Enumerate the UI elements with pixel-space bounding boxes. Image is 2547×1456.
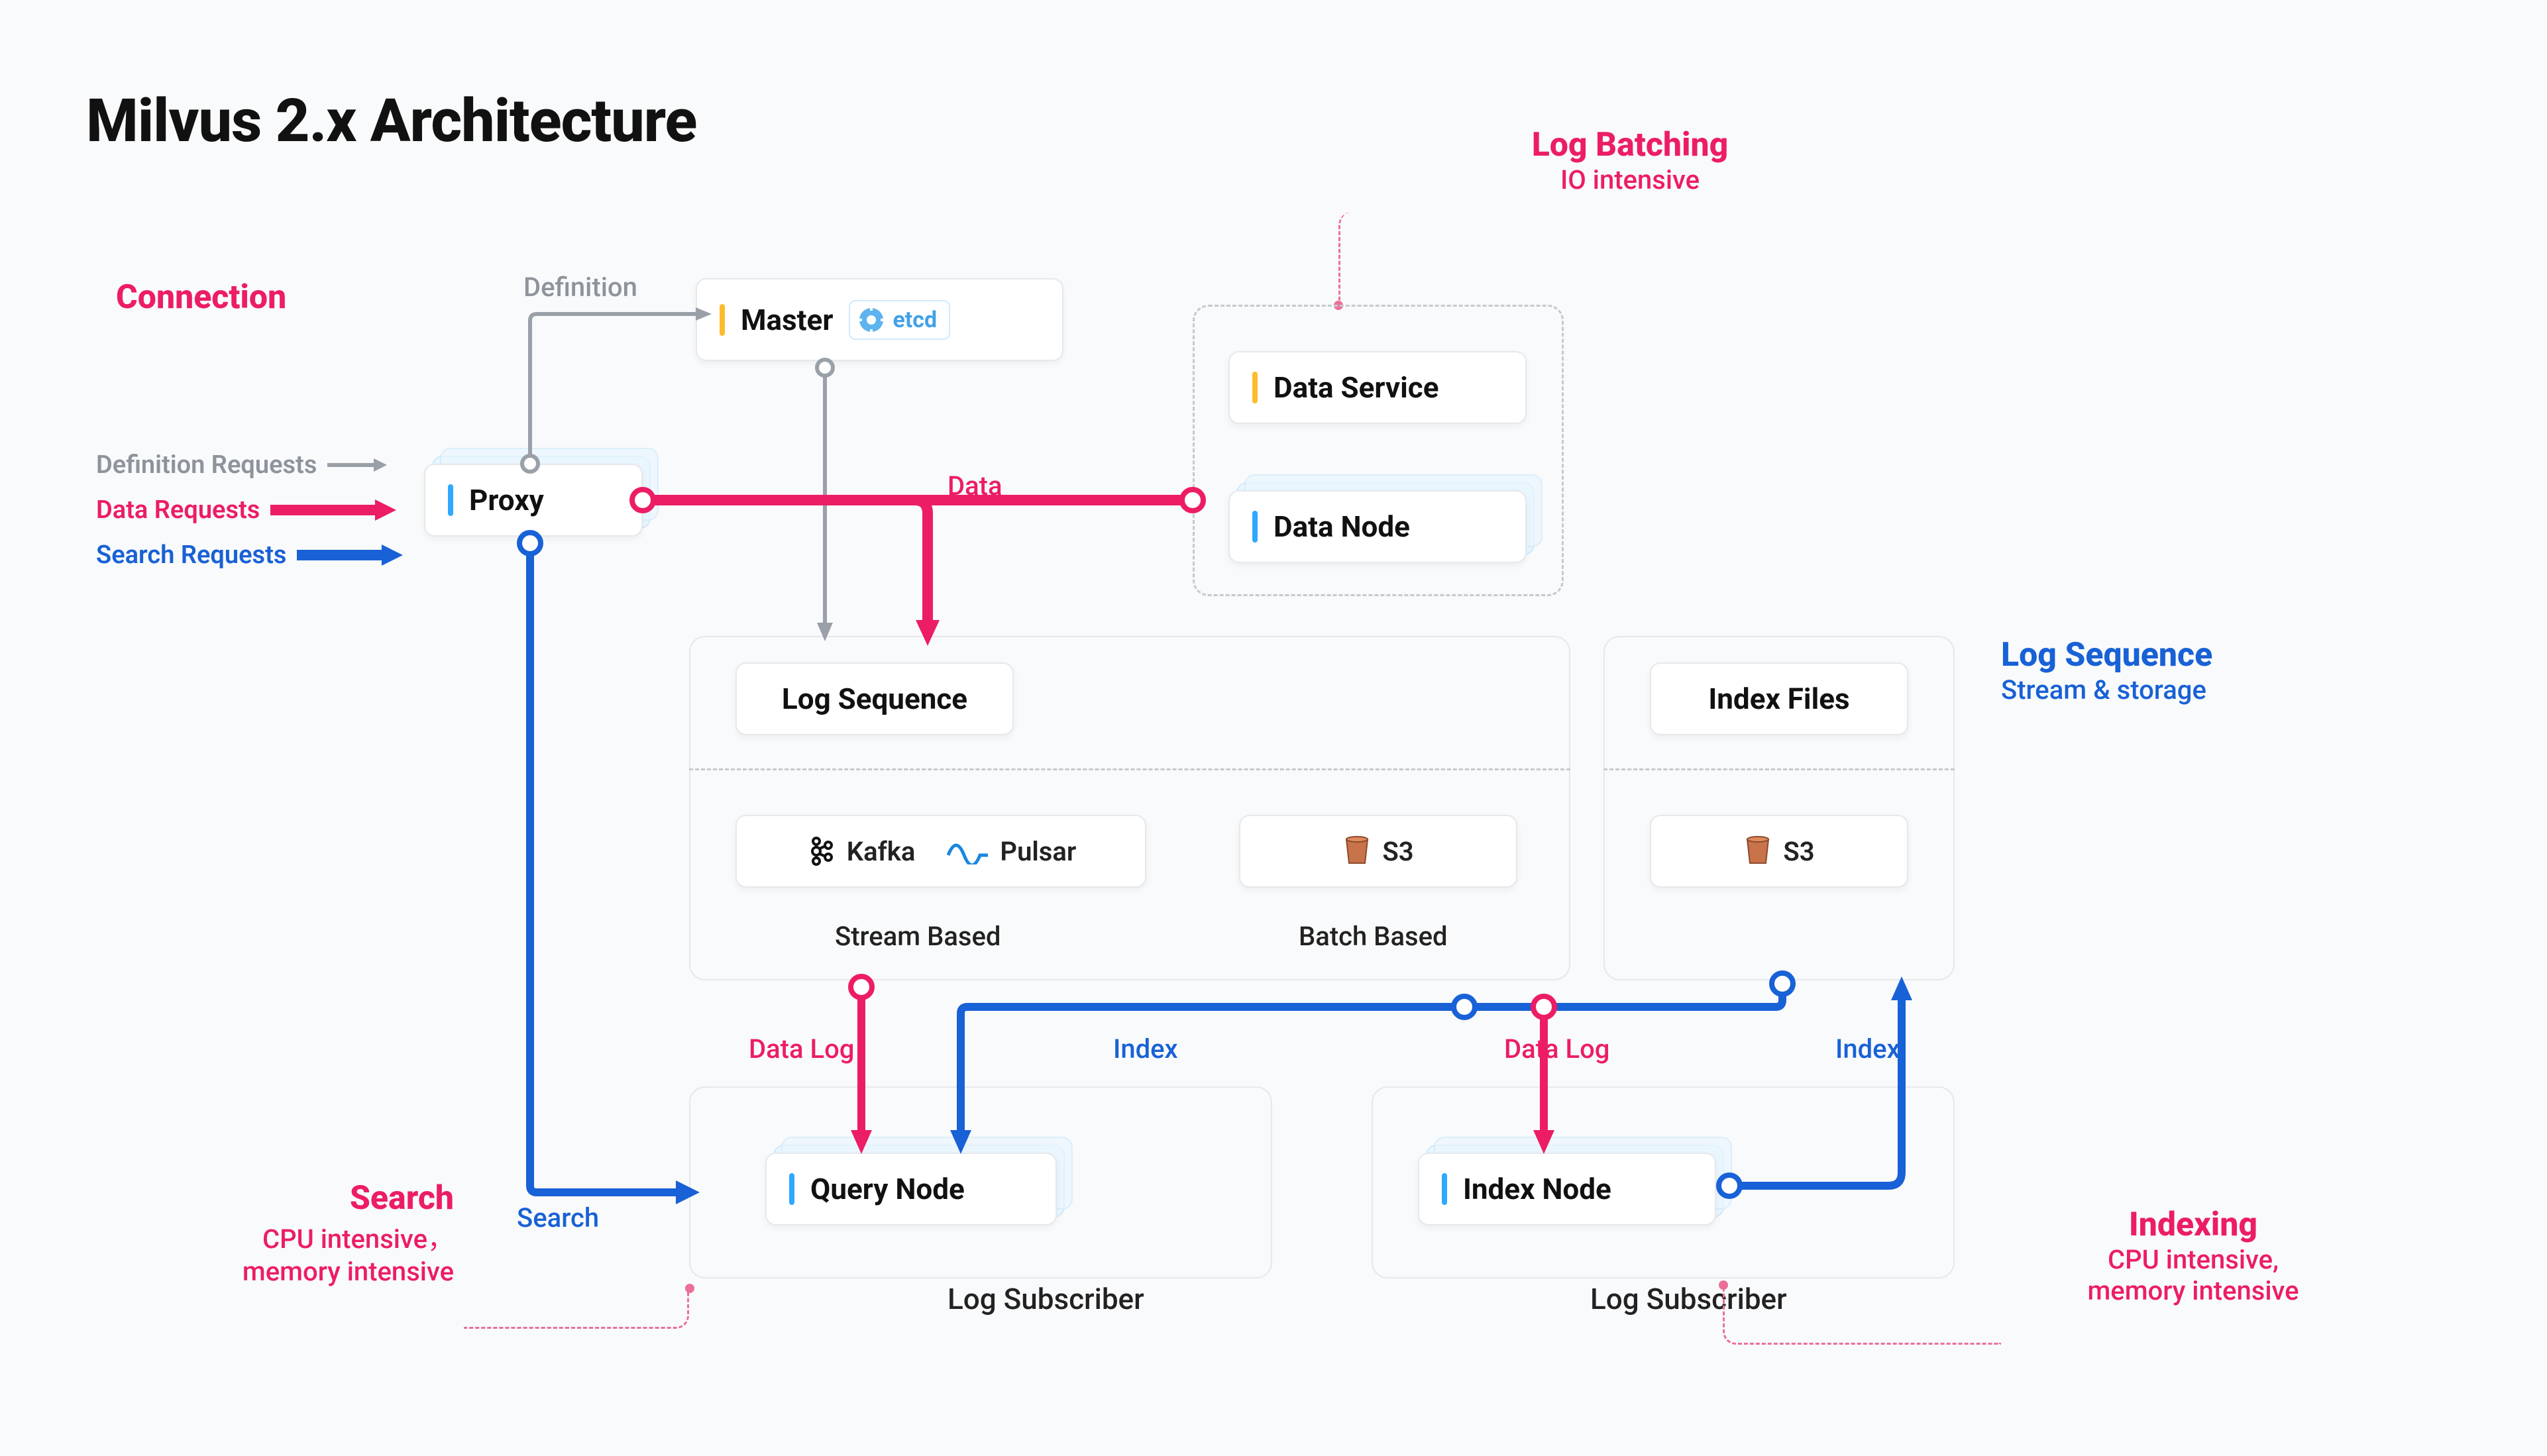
bar-icon [720,304,725,336]
leader-end [685,1284,694,1293]
edge-label-datalog-q: Data Log [749,1033,854,1065]
request-definition: Definition Requests [96,450,387,480]
callout-indexing-title: Indexing [2008,1206,2379,1244]
node-data-node-label: Data Node [1274,509,1410,544]
node-log-sequence: Log Sequence [735,662,1014,735]
node-etcd-label: etcd [893,307,937,333]
node-log-sequence-label: Log Sequence [782,682,967,716]
tech-s3-a-label: S3 [1382,836,1413,867]
callout-log-sequence-side: Log Sequence Stream & storage [2001,636,2412,705]
edge-label-data: Data [948,470,1003,501]
edge-label-index-query: Index [1113,1033,1178,1065]
node-batch-box: S3 [1239,815,1517,888]
callout-search-subtitle: CPU intensive， memory intensive [40,1218,454,1287]
bar-icon [1252,372,1258,403]
tech-s3-a: S3 [1342,835,1413,867]
leader-search [464,1289,689,1329]
request-data: Data Requests [96,495,396,525]
node-stream-box: Kafka Pulsar [735,815,1146,888]
tech-pulsar-label: Pulsar [1000,836,1076,867]
pulsar-icon [947,838,989,864]
leader-indexing [1723,1285,2001,1345]
callout-logseq-subtitle: Stream & storage [2001,674,2412,705]
request-definition-text: Definition Requests [96,450,317,480]
request-data-text: Data Requests [96,495,260,525]
label-stream-based: Stream Based [835,921,1001,952]
node-index-files-label: Index Files [1708,682,1849,716]
leader-log-batching [1338,212,1484,305]
tech-kafka: Kafka [806,836,916,867]
bar-icon [789,1173,794,1205]
label-batch-based: Batch Based [1299,921,1448,952]
edge-label-index-out: Index [1835,1033,1900,1065]
node-index-node-label: Index Node [1463,1172,1611,1206]
node-index-node: Index Node [1418,1153,1716,1225]
bucket-icon [1342,835,1372,867]
edge-label-datalog-i: Data Log [1504,1033,1609,1065]
edge-label-definition: Definition [523,272,637,303]
node-master: Master etcd [696,278,1063,361]
diagram-title: Milvus 2.x Architecture [86,86,696,156]
callout-indexing-subtitle: CPU intensive, memory intensive [2008,1244,2379,1306]
divider [1603,768,1955,770]
tech-s3-b: S3 [1743,835,1814,867]
edge-label-search: Search [517,1202,599,1233]
node-data-service: Data Service [1228,351,1527,424]
request-search: Search Requests [96,541,403,570]
node-proxy-label: Proxy [469,483,544,517]
divider [689,768,1570,770]
callout-search-title: Search [40,1179,454,1218]
label-log-subscriber-q: Log Subscriber [948,1282,1144,1316]
callout-logseq-title: Log Sequence [2001,636,2412,674]
gear-icon [857,305,886,335]
bar-icon [1252,511,1258,543]
callout-search: Search CPU intensive， memory intensive [40,1179,454,1287]
tech-s3-b-label: S3 [1783,836,1814,867]
tech-kafka-label: Kafka [847,836,916,867]
node-index-files: Index Files [1650,662,1908,735]
callout-indexing: Indexing CPU intensive, memory intensive [2008,1206,2379,1306]
node-proxy: Proxy [424,464,643,537]
callout-log-batching-subtitle: IO intensive [1458,164,1802,195]
callout-connection-title: Connection [116,278,286,317]
node-data-service-label: Data Service [1274,370,1438,405]
request-search-text: Search Requests [96,541,286,570]
kafka-icon [806,836,836,866]
tech-pulsar: Pulsar [947,836,1076,867]
bar-icon [1442,1173,1447,1205]
leader-end [1719,1280,1728,1290]
callout-log-batching: Log Batching IO intensive [1458,126,1802,195]
callout-log-batching-title: Log Batching [1458,126,1802,164]
node-master-label: Master [741,303,833,337]
node-data-node: Data Node [1228,490,1527,563]
node-query-node: Query Node [765,1153,1057,1225]
node-s3-b-box: S3 [1650,815,1908,888]
node-query-node-label: Query Node [810,1172,965,1206]
bar-icon [448,484,453,516]
bucket-icon [1743,835,1772,867]
node-etcd-tag: etcd [849,300,950,340]
